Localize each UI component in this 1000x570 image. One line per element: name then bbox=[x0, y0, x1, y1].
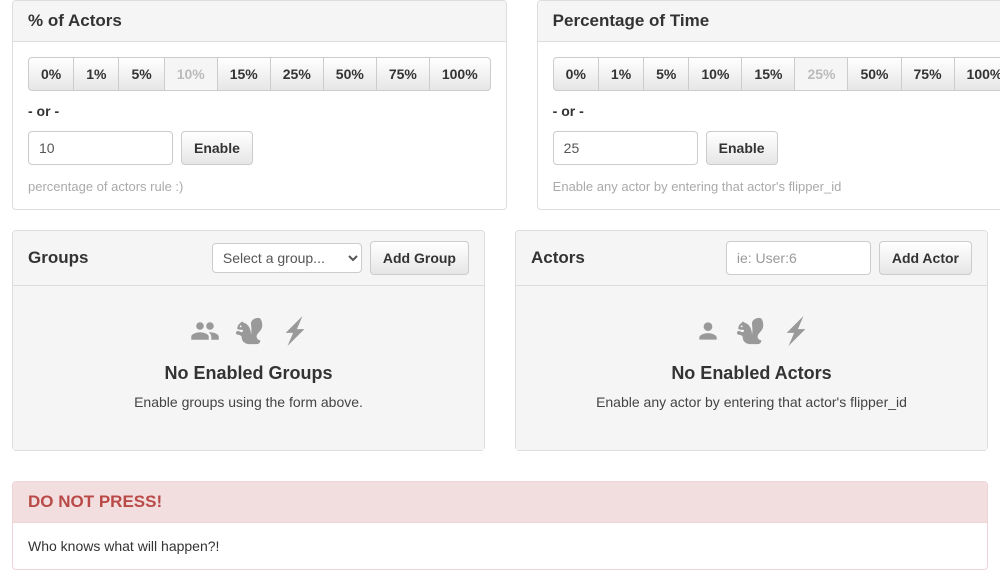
group-icon bbox=[190, 316, 220, 349]
placeholder-title: No Enabled Actors bbox=[531, 363, 972, 384]
panel-title: Groups bbox=[28, 248, 88, 268]
percentage-input[interactable] bbox=[553, 131, 698, 165]
enable-button[interactable]: Enable bbox=[181, 131, 253, 165]
percent-option-button[interactable]: 10% bbox=[688, 57, 742, 91]
person-icon bbox=[695, 316, 721, 349]
percent-option-button[interactable]: 100% bbox=[429, 57, 491, 91]
percent-option-button: 10% bbox=[164, 57, 218, 91]
add-group-button[interactable]: Add Group bbox=[370, 241, 469, 275]
percent-option-button[interactable]: 5% bbox=[118, 57, 164, 91]
enable-button[interactable]: Enable bbox=[706, 131, 778, 165]
actors-panel: Actors Add Actor bbox=[515, 230, 988, 451]
panel-title: Percentage of Time bbox=[553, 11, 710, 31]
groups-panel: Groups Select a group... Add Group bbox=[12, 230, 485, 451]
panel-title: Actors bbox=[531, 248, 585, 268]
help-text: percentage of actors rule :) bbox=[28, 179, 491, 194]
percentage-input[interactable] bbox=[28, 131, 173, 165]
group-select[interactable]: Select a group... bbox=[212, 243, 362, 273]
percent-option-button: 25% bbox=[794, 57, 848, 91]
panel-body: 0%1%5%10%15%25%50%75%100% - or - Enable … bbox=[538, 42, 1000, 209]
percent-option-button[interactable]: 15% bbox=[741, 57, 795, 91]
percent-of-actors-panel: % of Actors 0%1%5%10%15%25%50%75%100% - … bbox=[12, 0, 507, 210]
percent-option-button[interactable]: 100% bbox=[954, 57, 1000, 91]
placeholder-subtitle: Enable any actor by entering that actor'… bbox=[531, 394, 972, 410]
danger-body: Who knows what will happen?! bbox=[13, 523, 987, 569]
panel-heading: Percentage of Time bbox=[538, 1, 1000, 42]
panel-body: 0%1%5%10%15%25%50%75%100% - or - Enable … bbox=[13, 42, 506, 209]
actor-input[interactable] bbox=[726, 241, 871, 275]
percent-option-button[interactable]: 25% bbox=[270, 57, 324, 91]
placeholder-title: No Enabled Groups bbox=[28, 363, 469, 384]
or-separator: - or - bbox=[553, 103, 1000, 119]
groups-placeholder: No Enabled Groups Enable groups using th… bbox=[13, 286, 484, 450]
lightning-icon bbox=[282, 316, 308, 349]
help-text: Enable any actor by entering that actor'… bbox=[553, 179, 1000, 194]
percent-option-button[interactable]: 0% bbox=[553, 57, 599, 91]
actors-placeholder: No Enabled Actors Enable any actor by en… bbox=[516, 286, 987, 450]
percent-option-button[interactable]: 75% bbox=[376, 57, 430, 91]
percentage-buttons: 0%1%5%10%15%25%50%75%100% bbox=[553, 57, 1000, 91]
percent-option-button[interactable]: 50% bbox=[323, 57, 377, 91]
percentage-of-time-panel: Percentage of Time 0%1%5%10%15%25%50%75%… bbox=[537, 0, 1000, 210]
percent-option-button[interactable]: 50% bbox=[847, 57, 901, 91]
danger-title: DO NOT PRESS! bbox=[28, 492, 162, 511]
percent-option-button[interactable]: 15% bbox=[217, 57, 271, 91]
squirrel-icon bbox=[737, 316, 767, 349]
percent-option-button[interactable]: 1% bbox=[598, 57, 644, 91]
or-separator: - or - bbox=[28, 103, 491, 119]
percent-option-button[interactable]: 0% bbox=[28, 57, 74, 91]
lightning-icon bbox=[783, 316, 809, 349]
squirrel-icon bbox=[236, 316, 266, 349]
danger-panel: DO NOT PRESS! Who knows what will happen… bbox=[12, 481, 988, 570]
add-actor-button[interactable]: Add Actor bbox=[879, 241, 972, 275]
percentage-buttons: 0%1%5%10%15%25%50%75%100% bbox=[28, 57, 491, 91]
placeholder-subtitle: Enable groups using the form above. bbox=[28, 394, 469, 410]
percent-option-button[interactable]: 75% bbox=[901, 57, 955, 91]
panel-title: % of Actors bbox=[28, 11, 122, 31]
panel-heading: % of Actors bbox=[13, 1, 506, 42]
percent-option-button[interactable]: 5% bbox=[643, 57, 689, 91]
percent-option-button[interactable]: 1% bbox=[73, 57, 119, 91]
panel-heading: Actors Add Actor bbox=[516, 231, 987, 286]
panel-heading: Groups Select a group... Add Group bbox=[13, 231, 484, 286]
danger-heading: DO NOT PRESS! bbox=[13, 482, 987, 523]
